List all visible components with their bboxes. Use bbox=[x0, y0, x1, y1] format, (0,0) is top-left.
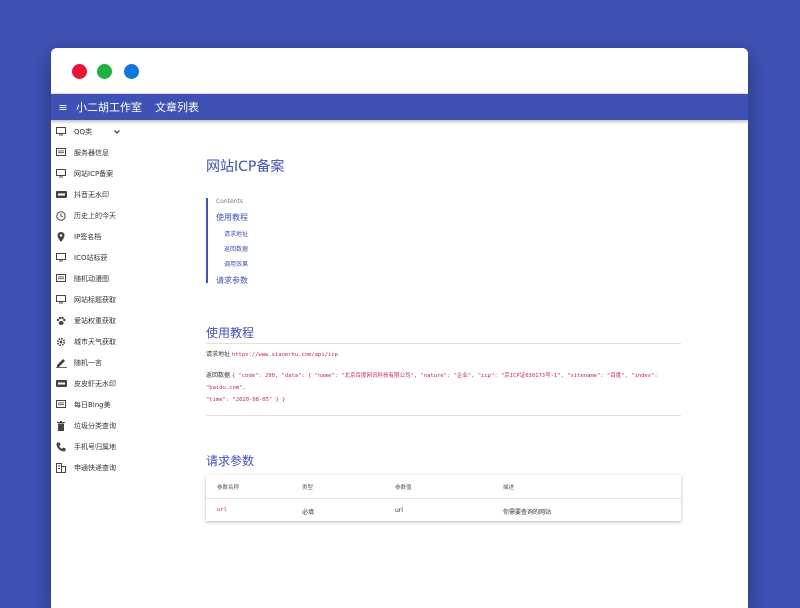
divider bbox=[206, 343, 681, 344]
request-url-value[interactable]: https://www.xiaoerhu.com/api/icp bbox=[232, 352, 338, 358]
sidebar-item-label: 手机号归属地 bbox=[74, 442, 116, 451]
sidebar-item-label: 垃圾分类查询 bbox=[74, 421, 116, 430]
sidebar-item-label: 皮皮虾无水印 bbox=[74, 379, 116, 388]
sidebar-item[interactable]: 网站ICP备案 bbox=[51, 163, 191, 184]
param-name-cell: url bbox=[217, 507, 227, 513]
message-icon bbox=[54, 400, 68, 409]
request-url-line: 请求地址 https://www.xiaoerhu.com/api/icp bbox=[206, 349, 676, 361]
column-header: 描述 bbox=[503, 485, 515, 491]
sidebar-item[interactable]: IP签名档 bbox=[51, 226, 191, 247]
sidebar-item[interactable]: 申通快递查询 bbox=[51, 457, 191, 478]
column-header: 参数值 bbox=[395, 485, 412, 491]
sidebar-item-label: ICO站标获 bbox=[74, 253, 108, 262]
sidebar-item[interactable]: 垃圾分类查询 bbox=[51, 415, 191, 436]
sidebar-item-label: 爱站权重获取 bbox=[74, 316, 116, 325]
pen-icon bbox=[54, 358, 68, 368]
clock-icon bbox=[54, 210, 68, 221]
sidebar-item-label: IP签名档 bbox=[74, 232, 102, 241]
chevron-down-icon[interactable] bbox=[114, 129, 120, 134]
location-pin-icon bbox=[54, 231, 68, 242]
params-table: 参数名称 类型 参数值 描述 url 必填 url 你需要查询的网站 bbox=[206, 475, 681, 521]
column-header: 类型 bbox=[302, 485, 314, 491]
monitor-icon bbox=[54, 169, 68, 178]
param-type-cell: 必填 bbox=[302, 509, 315, 516]
sidebar-item[interactable]: 随机一言 bbox=[51, 352, 191, 373]
new-badge-icon bbox=[54, 380, 68, 387]
params-heading: 请求参数 bbox=[206, 454, 255, 468]
param-desc-cell: 你需要查询的网站 bbox=[503, 509, 552, 516]
maximize-window-button[interactable] bbox=[124, 64, 139, 79]
usage-heading: 使用教程 bbox=[206, 326, 255, 340]
sidebar-item-label: 申通快递查询 bbox=[74, 463, 116, 472]
nav-article-list-link[interactable]: 文章列表 bbox=[155, 99, 199, 115]
menu-icon[interactable]: ≡ bbox=[51, 101, 76, 114]
toc-link-response[interactable]: 返回数据 bbox=[224, 244, 336, 253]
toc-link-params[interactable]: 请求参数 bbox=[216, 275, 336, 286]
sidebar-item-label: 历史上的今天 bbox=[74, 211, 116, 220]
sidebar-item[interactable]: 服务器信息 bbox=[51, 142, 191, 163]
toc-heading: Contents bbox=[216, 198, 243, 205]
sidebar-item-label: 每日Bing美 bbox=[74, 400, 111, 409]
monitor-icon bbox=[54, 295, 68, 304]
minimize-window-button[interactable] bbox=[97, 64, 112, 79]
sidebar-item[interactable]: ICO站标获 bbox=[51, 247, 191, 268]
sidebar-item-label: 网站ICP备案 bbox=[74, 169, 114, 178]
building-icon bbox=[54, 462, 68, 473]
monitor-icon bbox=[54, 253, 68, 262]
response-json-line2: "time": "2020-08-05" } } bbox=[206, 397, 286, 403]
table-row: url 必填 url 你需要查询的网站 bbox=[206, 499, 681, 522]
sidebar-item-label: 随机动漫图 bbox=[74, 274, 109, 283]
phone-icon bbox=[54, 442, 68, 452]
message-icon bbox=[54, 274, 68, 283]
window-titlebar bbox=[51, 48, 748, 94]
sidebar-item-label: 抖音无水印 bbox=[74, 190, 109, 199]
response-label: 返回数据 bbox=[206, 372, 231, 379]
trash-icon bbox=[54, 420, 68, 431]
sidebar-item[interactable]: 随机动漫图 bbox=[51, 268, 191, 289]
sidebar-item[interactable]: QQ类 bbox=[51, 121, 191, 142]
sidebar-item[interactable]: 抖音无水印 bbox=[51, 184, 191, 205]
sidebar-item[interactable]: 皮皮虾无水印 bbox=[51, 373, 191, 394]
sidebar-item[interactable]: 手机号归属地 bbox=[51, 436, 191, 457]
sidebar-item-label: 城市天气获取 bbox=[74, 337, 116, 346]
sidebar-item[interactable]: 历史上的今天 bbox=[51, 205, 191, 226]
toc-link-request-url[interactable]: 请求地址 bbox=[224, 229, 336, 238]
close-window-button[interactable] bbox=[72, 64, 87, 79]
sidebar-item-label: 随机一言 bbox=[74, 358, 102, 367]
response-block: 返回数据 { "code": 200, "data": { "name": "北… bbox=[206, 370, 676, 406]
divider bbox=[206, 415, 681, 416]
new-badge-icon bbox=[54, 191, 68, 198]
param-value-cell: url bbox=[395, 507, 403, 514]
sidebar-item[interactable]: 城市天气获取 bbox=[51, 331, 191, 352]
table-of-contents: Contents 使用教程 请求地址 返回数据 调用效果 请求参数 bbox=[206, 198, 336, 286]
column-header: 参数名称 bbox=[217, 485, 240, 491]
browser-window: ≡ 小二胡工作室 文章列表 QQ类 服务器信息 网站ICP备案 抖音无水印 历史上的今天… bbox=[51, 48, 748, 608]
table-header-row: 参数名称 类型 参数值 描述 bbox=[206, 475, 681, 499]
sidebar-item[interactable]: 网站标题获取 bbox=[51, 289, 191, 310]
message-icon bbox=[54, 148, 68, 157]
gear-icon bbox=[54, 337, 68, 347]
request-url-label: 请求地址 bbox=[206, 351, 231, 358]
sidebar-item[interactable]: 每日Bing美 bbox=[51, 394, 191, 415]
app-bar: ≡ 小二胡工作室 文章列表 bbox=[51, 94, 748, 120]
sidebar-item[interactable]: 爱站权重获取 bbox=[51, 310, 191, 331]
toc-link-usage[interactable]: 使用教程 bbox=[216, 212, 336, 223]
sidebar-item-label: 网站标题获取 bbox=[74, 295, 116, 304]
paw-icon bbox=[54, 316, 68, 326]
sidebar: QQ类服务器信息网站ICP备案 抖音无水印历史上的今天 IP签名档 ICO站标获 随机动… bbox=[51, 120, 191, 608]
sidebar-item-label: 服务器信息 bbox=[74, 148, 109, 157]
page-title: 网站ICP备案 bbox=[206, 159, 285, 175]
main-content: 网站ICP备案 Contents 使用教程 请求地址 返回数据 调用效果 请求参… bbox=[206, 120, 681, 608]
brand-title[interactable]: 小二胡工作室 bbox=[76, 99, 142, 115]
toc-link-demo[interactable]: 调用效果 bbox=[224, 259, 336, 268]
monitor-icon bbox=[54, 127, 68, 136]
sidebar-item-label: QQ类 bbox=[74, 127, 93, 136]
response-json-line1: { "code": 200, "data": { "name": "北京百度网讯… bbox=[206, 373, 658, 391]
